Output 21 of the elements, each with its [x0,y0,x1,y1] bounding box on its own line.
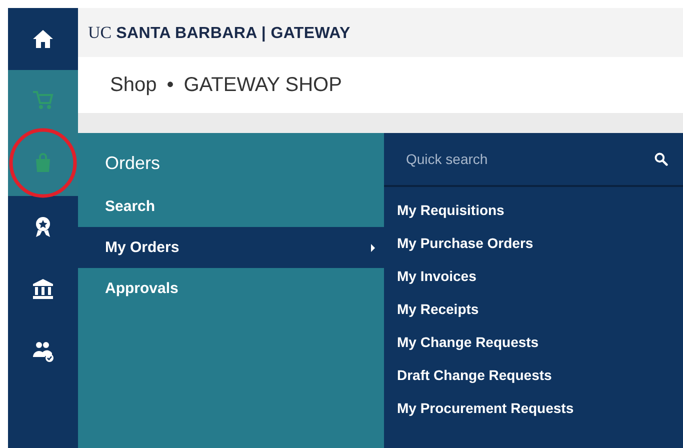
breadcrumb-item[interactable]: GATEWAY SHOP [184,74,342,96]
bank-icon [31,277,55,301]
menu-item[interactable]: My Orders [78,227,384,268]
cart-icon [31,88,55,112]
breadcrumb-separator: • [166,74,174,96]
people-icon [31,339,55,363]
submenu-link[interactable]: My Receipts [384,292,683,325]
breadcrumb-item[interactable]: Shop [110,74,157,96]
submenu-link[interactable]: My Requisitions [384,193,683,226]
submenu-link[interactable]: My Change Requests [384,325,683,358]
brand-logo: UC SANTA BARBARA | GATEWAY [88,22,350,42]
menu-item[interactable]: Search [78,186,384,227]
submenu-link[interactable]: My Invoices [384,259,683,292]
submenu-link[interactable]: My Purchase Orders [384,226,683,259]
menu-item[interactable]: Approvals [78,268,384,309]
search-field[interactable]: Quick search [406,149,626,169]
home-icon [31,27,55,51]
search-icon[interactable] [654,152,668,166]
menu-title: Orders [104,152,162,175]
submenu-link[interactable]: Draft Change Requests [384,358,683,391]
submenu-link[interactable]: My Procurement Requests [384,391,683,424]
